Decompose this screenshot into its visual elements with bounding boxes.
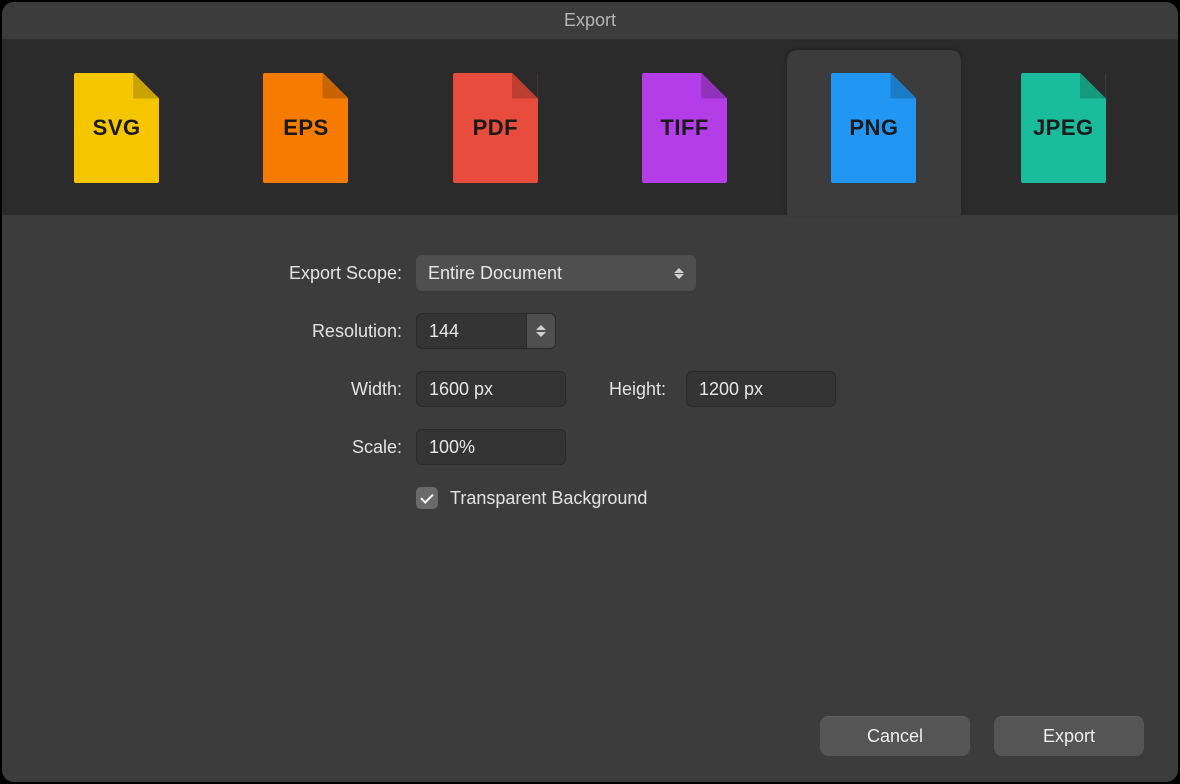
file-icon: PNG — [831, 73, 916, 183]
format-tab-eps[interactable]: EPS — [211, 40, 400, 215]
file-icon: TIFF — [642, 73, 727, 183]
checkmark-icon — [420, 490, 433, 503]
file-icon-tiff: TIFF — [642, 73, 727, 183]
export-dialog: Export SVG EPS PDF TIFF PNG JPEG Export Scope… — [2, 2, 1178, 782]
format-tab-svg[interactable]: SVG — [22, 40, 211, 215]
label-scale: Scale: — [2, 437, 402, 458]
export-button[interactable]: Export — [994, 716, 1144, 756]
export-scope-value: Entire Document — [428, 263, 562, 284]
label-width: Width: — [2, 379, 402, 400]
file-icon-svg: SVG — [74, 73, 159, 183]
window-titlebar: Export — [2, 2, 1178, 40]
file-icon: SVG — [74, 73, 159, 183]
file-icon: PDF — [453, 73, 538, 183]
format-tab-tiff[interactable]: TIFF — [590, 40, 779, 215]
scale-value: 100% — [429, 437, 475, 458]
format-label: JPEG — [1033, 115, 1094, 141]
export-scope-select[interactable]: Entire Document — [416, 255, 696, 291]
resolution-combo[interactable]: 144 — [416, 313, 556, 349]
cancel-button[interactable]: Cancel — [820, 716, 970, 756]
width-value: 1600 px — [429, 379, 493, 400]
label-resolution: Resolution: — [2, 321, 402, 342]
row-transparent-bg: Transparent Background — [2, 487, 1088, 509]
file-icon-eps: EPS — [263, 73, 348, 183]
format-tab-pdf[interactable]: PDF — [401, 40, 590, 215]
format-label: PDF — [473, 115, 519, 141]
transparent-bg-checkbox[interactable]: Transparent Background — [416, 487, 647, 509]
resolution-stepper[interactable] — [526, 313, 556, 349]
chevron-up-icon — [536, 325, 546, 330]
scale-field[interactable]: 100% — [416, 429, 566, 465]
file-icon: EPS — [263, 73, 348, 183]
file-icon-pdf: PDF — [453, 73, 538, 183]
chevron-updown-icon — [674, 268, 684, 279]
format-label: SVG — [93, 115, 141, 141]
row-resolution: Resolution: 144 — [2, 313, 1088, 349]
format-tab-jpeg[interactable]: JPEG — [969, 40, 1158, 215]
height-value: 1200 px — [699, 379, 763, 400]
resolution-value[interactable]: 144 — [416, 313, 526, 349]
checkbox-box — [416, 487, 438, 509]
label-height: Height: — [586, 379, 666, 400]
transparent-bg-label: Transparent Background — [450, 488, 647, 509]
width-field[interactable]: 1600 px — [416, 371, 566, 407]
window-title: Export — [564, 10, 616, 31]
chevron-down-icon — [536, 332, 546, 337]
file-icon-png: PNG — [831, 73, 916, 183]
row-dimensions: Width: 1600 px Height: 1200 px — [2, 371, 1088, 407]
format-tabstrip: SVG EPS PDF TIFF PNG JPEG — [2, 40, 1178, 215]
format-label: PNG — [849, 115, 898, 141]
format-label: EPS — [283, 115, 329, 141]
format-tab-png[interactable]: PNG — [779, 40, 968, 215]
row-scale: Scale: 100% — [2, 429, 1088, 465]
dialog-footer: Cancel Export — [820, 716, 1144, 756]
file-icon-jpeg: JPEG — [1021, 73, 1106, 183]
row-export-scope: Export Scope: Entire Document — [2, 255, 1088, 291]
label-export-scope: Export Scope: — [2, 263, 402, 284]
format-label: TIFF — [660, 115, 708, 141]
file-icon: JPEG — [1021, 73, 1106, 183]
export-form: Export Scope: Entire Document Resolution… — [2, 215, 1178, 782]
height-field[interactable]: 1200 px — [686, 371, 836, 407]
